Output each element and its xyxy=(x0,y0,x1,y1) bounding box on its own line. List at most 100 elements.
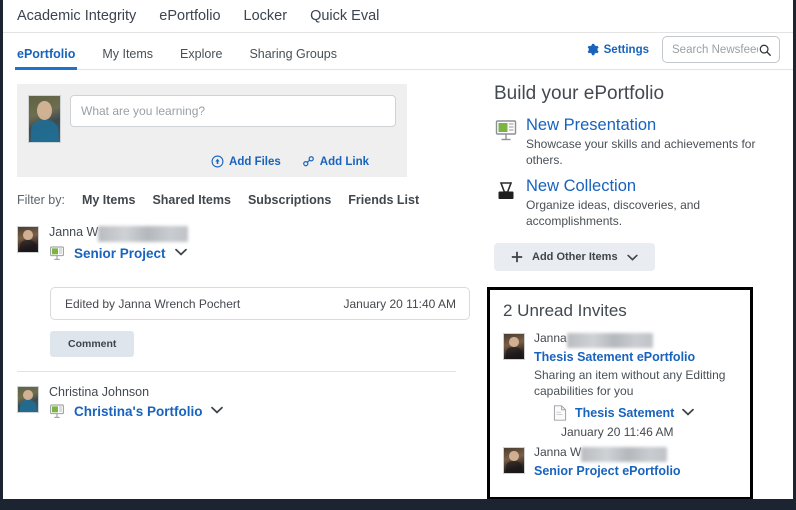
new-collection-desc: Organize ideas, discoveries, and accompl… xyxy=(526,197,793,229)
invite-author-visible: Janna xyxy=(534,331,567,345)
avatar xyxy=(503,447,525,474)
invite-attachment-link[interactable]: Thesis Satement xyxy=(575,406,674,420)
presentation-icon xyxy=(494,118,518,168)
document-icon xyxy=(553,405,567,421)
invite-author-redacted: Wrench Pochert xyxy=(581,447,667,462)
invite-body: JannaWrench Pochert Thesis Satement ePor… xyxy=(534,331,740,439)
unread-invites-panel: 2 Unread Invites JannaWrench Pochert The… xyxy=(487,287,753,500)
invite-description: Sharing an item without any Editting cap… xyxy=(534,367,740,399)
composer-actions: Add Files Add Link xyxy=(28,155,396,168)
build-item-text: New Collection Organize ideas, discoveri… xyxy=(526,177,793,229)
tab-bar-actions: Settings xyxy=(586,36,793,70)
presentation-icon xyxy=(49,245,65,261)
invite-item: JannaWrench Pochert Thesis Satement ePor… xyxy=(503,331,740,439)
invite-item: Janna WWrench Pochert Senior Project ePo… xyxy=(503,445,740,478)
add-files-button[interactable]: Add Files xyxy=(211,155,281,168)
feed-title-link[interactable]: Senior Project xyxy=(74,246,166,261)
browser-window: Academic Integrity ePortfolio Locker Qui… xyxy=(0,0,796,510)
binder-clip-icon xyxy=(494,179,518,229)
edit-activity-timestamp: January 20 11:40 AM xyxy=(343,297,456,311)
comment-button[interactable]: Comment xyxy=(50,331,134,357)
avatar xyxy=(17,226,39,253)
composer-input-wrapper[interactable] xyxy=(70,95,396,127)
settings-button[interactable]: Settings xyxy=(586,43,649,56)
add-link-label: Add Link xyxy=(320,156,369,168)
feed-author-redacted: Wrench Pochert xyxy=(98,226,187,242)
filter-label: Filter by: xyxy=(17,193,65,207)
feed-item-header: Janna WWrench Pochert Senior Project xyxy=(17,224,470,261)
nav-locker[interactable]: Locker xyxy=(244,8,288,24)
feed-divider xyxy=(17,371,456,372)
feed-item-header: Christina Johnson Christina's Portfolio xyxy=(17,384,470,419)
new-presentation-link[interactable]: New Presentation xyxy=(526,116,793,135)
new-collection-link[interactable]: New Collection xyxy=(526,177,793,196)
add-link-button[interactable]: Add Link xyxy=(302,155,369,168)
tab-eportfolio[interactable]: ePortfolio xyxy=(17,47,75,70)
nav-academic-integrity[interactable]: Academic Integrity xyxy=(17,8,136,24)
top-navigation-bar: Academic Integrity ePortfolio Locker Qui… xyxy=(3,0,793,33)
composer-input[interactable] xyxy=(81,104,385,118)
search-newsfeed-box[interactable] xyxy=(662,36,780,63)
nav-quick-eval[interactable]: Quick Eval xyxy=(310,8,379,24)
search-icon[interactable] xyxy=(758,43,772,57)
chevron-down-icon[interactable] xyxy=(211,405,223,417)
upload-cloud-icon xyxy=(211,155,224,168)
add-files-label: Add Files xyxy=(229,156,281,168)
feed-item: Janna WWrench Pochert Senior Project xyxy=(17,224,484,372)
feed-title-row: Christina's Portfolio xyxy=(49,403,470,419)
link-icon xyxy=(302,155,315,168)
feed-author: Christina Johnson xyxy=(49,384,470,400)
avatar xyxy=(503,333,525,360)
invite-author: Janna WWrench Pochert xyxy=(534,445,740,462)
settings-label: Settings xyxy=(604,44,649,56)
invite-body: Janna WWrench Pochert Senior Project ePo… xyxy=(534,445,740,478)
filter-subscriptions[interactable]: Subscriptions xyxy=(248,193,331,207)
add-other-items-button[interactable]: Add Other Items xyxy=(494,243,655,271)
unread-invites-title: 2 Unread Invites xyxy=(503,301,740,321)
search-input[interactable] xyxy=(672,44,758,56)
build-item-new-presentation: New Presentation Showcase your skills an… xyxy=(494,116,793,168)
feed-item: Christina Johnson Christina's Portfolio xyxy=(17,384,484,419)
feed-item-body: Janna WWrench Pochert Senior Project xyxy=(49,224,470,261)
invite-title-link[interactable]: Thesis Satement ePortfolio xyxy=(534,350,740,364)
build-item-text: New Presentation Showcase your skills an… xyxy=(526,116,793,168)
avatar xyxy=(28,95,61,143)
main-content: Add Files Add Link Filter by: My Items S… xyxy=(3,70,793,499)
edit-activity-text: Edited by Janna Wrench Pochert xyxy=(65,297,240,311)
feed-title-row: Senior Project xyxy=(49,245,470,261)
sidebar-column: Build your ePortfolio New Presentation S… xyxy=(484,70,793,499)
feed-author: Janna WWrench Pochert xyxy=(49,224,470,242)
composer-panel: Add Files Add Link xyxy=(17,84,407,177)
filter-shared-items[interactable]: Shared Items xyxy=(152,193,231,207)
filter-bar: Filter by: My Items Shared Items Subscri… xyxy=(17,193,484,207)
filter-my-items[interactable]: My Items xyxy=(82,193,136,207)
invite-attachment-row: Thesis Satement xyxy=(553,405,740,421)
tab-my-items[interactable]: My Items xyxy=(102,47,153,70)
tab-bar: ePortfolio My Items Explore Sharing Grou… xyxy=(3,33,793,70)
feed-author-visible: Janna W xyxy=(49,225,98,239)
gear-icon xyxy=(586,43,599,56)
avatar xyxy=(17,386,39,413)
build-item-new-collection: New Collection Organize ideas, discoveri… xyxy=(494,177,793,229)
invite-timestamp: January 20 11:46 AM xyxy=(561,425,740,439)
invite-author-visible: Janna W xyxy=(534,445,581,459)
tab-sharing-groups[interactable]: Sharing Groups xyxy=(249,47,337,70)
invite-author: JannaWrench Pochert xyxy=(534,331,740,348)
add-other-items-label: Add Other Items xyxy=(532,251,618,263)
chevron-down-icon[interactable] xyxy=(175,247,187,259)
tab-explore[interactable]: Explore xyxy=(180,47,222,70)
presentation-icon xyxy=(49,403,65,419)
edit-activity-card: Edited by Janna Wrench Pochert January 2… xyxy=(50,287,470,320)
invite-author-redacted: Wrench Pochert xyxy=(567,333,653,348)
build-panel-title: Build your ePortfolio xyxy=(494,83,793,105)
feed-title-link[interactable]: Christina's Portfolio xyxy=(74,404,202,419)
plus-icon xyxy=(511,251,523,263)
chevron-down-icon[interactable] xyxy=(682,407,694,419)
nav-eportfolio[interactable]: ePortfolio xyxy=(159,8,220,24)
composer-row xyxy=(28,95,396,143)
newsfeed-column: Add Files Add Link Filter by: My Items S… xyxy=(3,70,484,499)
filter-friends-list[interactable]: Friends List xyxy=(348,193,419,207)
new-presentation-desc: Showcase your skills and achievements fo… xyxy=(526,136,793,168)
chevron-down-icon xyxy=(627,254,638,261)
invite-title-link[interactable]: Senior Project ePortfolio xyxy=(534,464,740,478)
